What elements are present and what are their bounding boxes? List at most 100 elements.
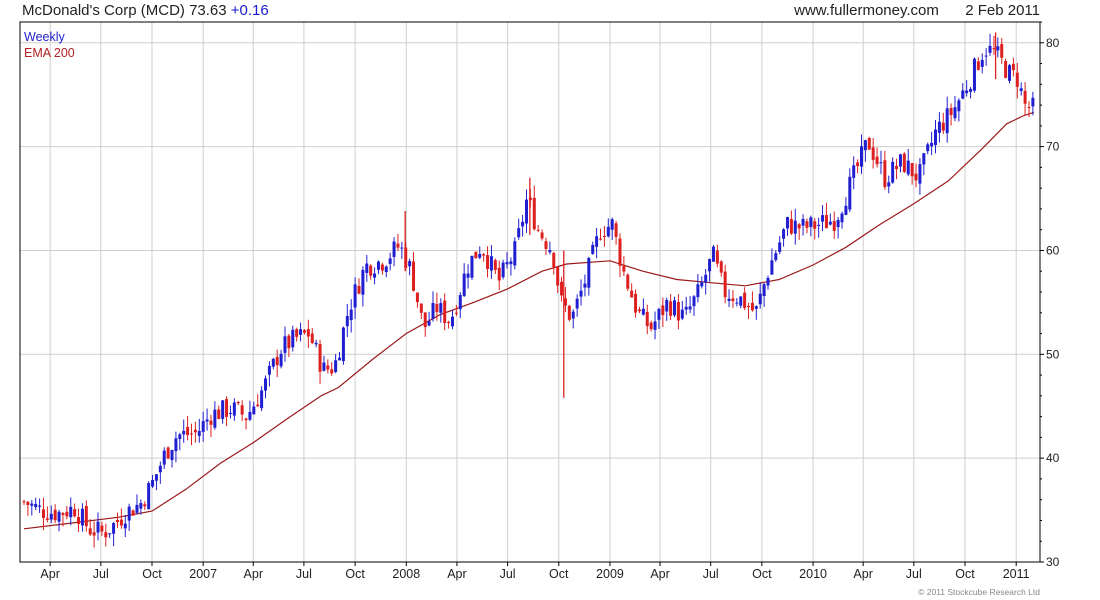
candle-body — [680, 309, 684, 319]
candle-body — [579, 290, 583, 297]
x-tick-label: Oct — [752, 567, 772, 581]
candle-body — [941, 122, 945, 131]
candle-body — [887, 182, 891, 187]
candle-body — [392, 241, 396, 257]
candle-body — [723, 271, 727, 298]
legend-ema: EMA 200 — [24, 46, 75, 60]
candle-body — [373, 273, 377, 278]
candle-body — [228, 412, 232, 414]
candle-body — [945, 108, 949, 134]
candle-body — [840, 213, 844, 223]
x-tick-label: Jul — [93, 567, 109, 581]
candle-body — [805, 221, 809, 228]
candle-body — [902, 153, 906, 173]
x-tick-label: 2008 — [392, 567, 420, 581]
candle-body — [439, 303, 443, 313]
candle-body — [922, 153, 926, 165]
x-tick-label: Jul — [703, 567, 719, 581]
x-tick-label: 2009 — [596, 567, 624, 581]
axes: 30 40 50 60 70 80 Apr Jul Oct 2007 Apr Jul Oct 2008 Ap… — [40, 21, 1060, 581]
candle-body — [314, 342, 318, 345]
candle-body — [112, 523, 116, 534]
candle-body — [353, 284, 357, 308]
candle-body — [330, 369, 334, 374]
candle-body — [295, 329, 299, 337]
candle-body — [801, 219, 805, 226]
candle-body — [731, 298, 735, 302]
candle-body — [657, 309, 661, 320]
candle-body — [766, 277, 770, 286]
candle-body — [170, 450, 174, 461]
candle-body — [544, 241, 548, 249]
candle-body — [676, 302, 680, 321]
candle-body — [264, 378, 268, 391]
candle-body — [154, 474, 158, 481]
candle-body — [115, 519, 119, 523]
candle-body — [688, 306, 692, 310]
candle-body — [747, 306, 751, 308]
candles — [22, 32, 1035, 548]
candle-body — [509, 261, 513, 265]
y-tick-label: 40 — [1046, 451, 1060, 465]
candle-body — [225, 399, 229, 417]
candle-body — [824, 215, 828, 229]
candle-body — [743, 292, 747, 308]
x-tick-label: Oct — [549, 567, 569, 581]
candle-body — [762, 284, 766, 297]
x-tick-label: Apr — [244, 567, 263, 581]
candle-body — [380, 264, 384, 271]
candle-body — [797, 224, 801, 229]
candle-body — [197, 431, 201, 436]
candle-body — [750, 302, 754, 311]
candle-body — [22, 501, 26, 503]
candle-body — [415, 292, 419, 303]
candle-body — [719, 261, 723, 273]
candle-body — [248, 411, 252, 420]
candle-body — [408, 261, 412, 267]
x-tick-label: Oct — [345, 567, 365, 581]
candle-body — [174, 438, 178, 452]
candle-body — [618, 238, 622, 266]
candle-body — [949, 108, 953, 116]
candle-body — [969, 88, 973, 92]
candle-body — [934, 129, 938, 146]
candle-body — [77, 517, 81, 524]
candle-body — [641, 308, 645, 315]
candle-body — [778, 242, 782, 252]
candle-body — [338, 357, 342, 361]
candle-body — [361, 269, 365, 295]
candle-body — [322, 362, 326, 371]
candle-body — [65, 511, 69, 517]
candle-body — [980, 59, 984, 67]
candle-body — [30, 503, 34, 506]
candle-body — [497, 267, 501, 281]
candle-body — [217, 409, 221, 419]
x-tick-label: Oct — [955, 567, 975, 581]
candle-body — [583, 283, 587, 288]
candle-body — [84, 505, 88, 527]
candle-body — [1023, 90, 1027, 104]
legend-weekly: Weekly — [24, 30, 65, 44]
candle-body — [462, 273, 466, 296]
candle-body — [965, 90, 969, 94]
candle-body — [341, 327, 345, 362]
candle-body — [189, 433, 193, 435]
candle-body — [785, 217, 789, 229]
candle-body — [318, 344, 322, 372]
candle-body — [700, 281, 704, 287]
candle-body — [57, 511, 61, 522]
candle-body — [302, 330, 306, 333]
candle-body — [1031, 97, 1035, 107]
candle-body — [501, 262, 505, 278]
candle-body — [637, 309, 641, 312]
candle-body — [287, 335, 291, 349]
candle-body — [669, 301, 673, 316]
candle-body — [684, 306, 688, 310]
candle-body — [926, 144, 930, 152]
candle-body — [41, 509, 45, 518]
candle-body — [478, 254, 482, 258]
candle-body — [1027, 107, 1031, 109]
candle-body — [540, 232, 544, 239]
candle-body — [69, 506, 73, 518]
candle-body — [560, 281, 564, 296]
